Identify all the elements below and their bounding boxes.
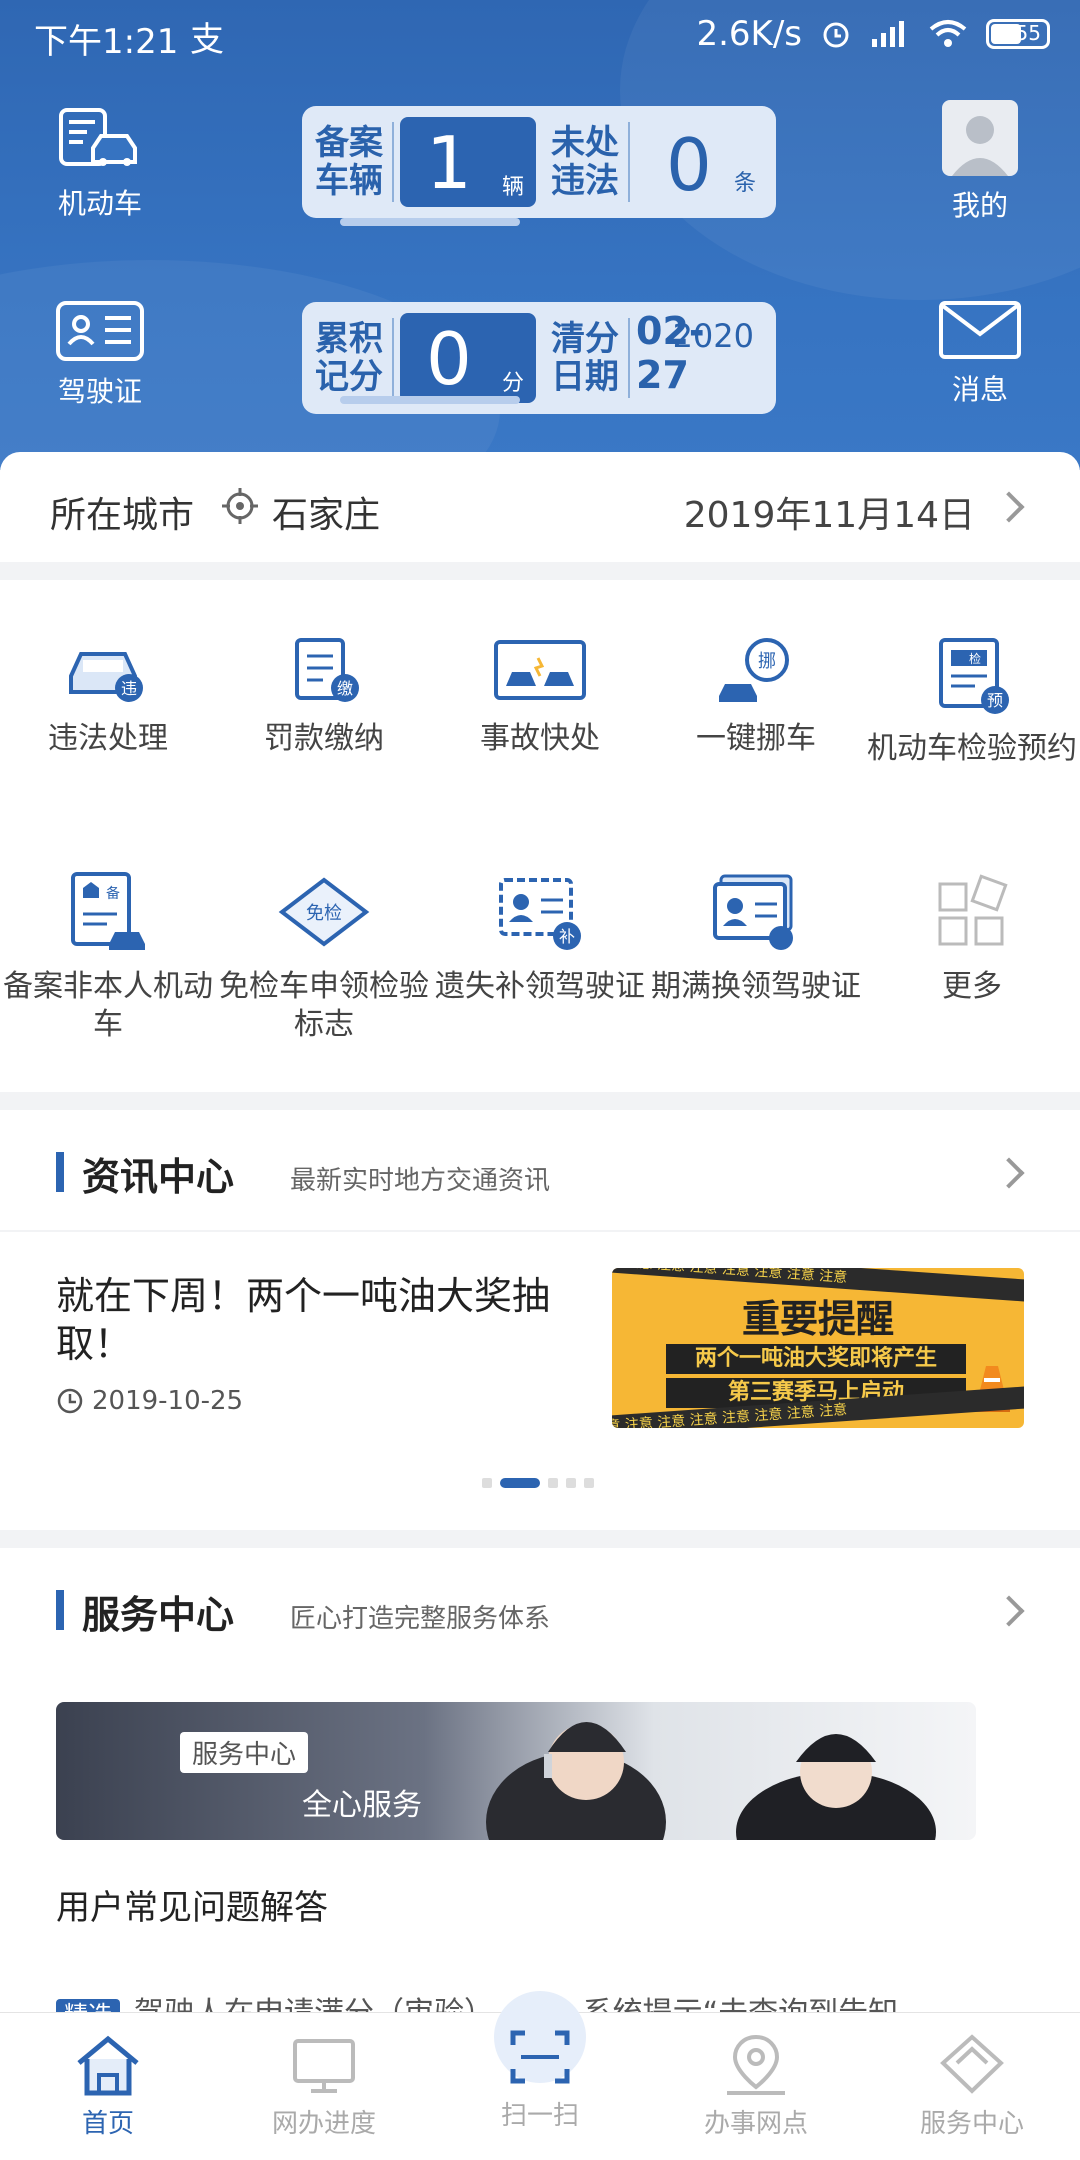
wifi-icon [929,20,967,47]
location-pin-icon [727,2034,785,2095]
chevron-right-icon[interactable] [993,491,1025,523]
violation-car-icon: 违 [69,652,143,702]
points-label: 累积 记分 [315,319,383,397]
chevron-right-icon[interactable] [993,1157,1025,1189]
battery-icon: 55 [986,19,1050,49]
net-speed: 2.6K/s [696,14,802,54]
car-document-icon [59,108,137,166]
carousel-indicator [482,1478,594,1488]
service-reissue-license[interactable]: 补 遗失补领驾驶证 [432,870,648,1006]
news-item-image[interactable]: 注意 注意 注意 注意 注意 注意 注意 注意 重要提醒 两个一吨油大奖即将产生… [612,1268,1024,1428]
svg-text:挪: 挪 [758,651,776,672]
registered-vehicles-label: 备案 车辆 [315,123,383,201]
news-subtitle: 最新实时地方交通资讯 [290,1166,551,1196]
service-grid: 违 违法处理 缴 罚款缴纳 事故快处 挪 一键挪车 检预 机动车检验预约 备 备… [0,580,1080,1092]
service-move-car[interactable]: 挪 一键挪车 [648,636,864,758]
clear-date-value: 2020 02-27 [636,309,754,397]
my-profile-button[interactable]: 我的 [920,100,1040,224]
vehicle-button[interactable]: 机动车 [40,104,160,222]
vehicle-summary-panel[interactable]: 备案 车辆 1 辆 未处 违法 0 条 [302,106,776,218]
bottom-nav: 首页 网办进度 扫一扫 办事网点 服务中心 [0,1991,1080,2160]
service-exempt-label[interactable]: 免检 免检车申领检验标志 [216,870,432,1044]
clock-icon [57,1388,83,1414]
service-inspection[interactable]: 检预 机动车检验预约 [864,636,1080,768]
city-bar[interactable]: 所在城市 石家庄 2019年11月14日 [0,452,1080,562]
registered-vehicles-count: 1 辆 [400,117,536,207]
news-item-title[interactable]: 就在下周！两个一吨油大奖抽取！ [56,1272,596,1368]
service-register-vehicle[interactable]: 备 备案非本人机动车 [0,870,216,1044]
service-renew-license[interactable]: 期满换领驾驶证 [648,870,864,1006]
battery-level: 55 [1015,21,1041,45]
news-image-headline: 重要提醒 [741,1297,894,1341]
license-icon [56,301,144,361]
license-label: 驾驶证 [57,375,142,408]
service-center-subtitle: 匠心打造完整服务体系 [290,1604,551,1634]
alipay-icon: 支 [190,20,224,60]
violations-label: 未处 违法 [551,123,619,201]
svg-text:免检: 免检 [306,903,342,924]
monitor-icon [293,2039,355,2093]
banner-slogan: 全心服务 [302,1788,422,1823]
status-right: 2.6K/s 55 [696,14,1050,54]
inspection-appointment-icon: 检预 [939,638,1009,714]
service-diamond-icon [940,2034,1004,2094]
svg-text:违: 违 [121,679,137,698]
move-car-icon: 挪 [719,638,789,702]
exempt-label-icon: 免检 [278,877,370,947]
scan-icon [510,2030,570,2084]
envelope-icon [939,301,1021,359]
chevron-right-icon[interactable] [993,1595,1025,1627]
vehicle-label: 机动车 [57,187,142,220]
points-count: 0 分 [400,313,536,403]
news-title: 资讯中心 [56,1146,234,1201]
status-time: 下午1:21 [34,22,179,62]
violations-count: 0 条 [666,123,756,207]
locate-icon [222,488,258,524]
register-vehicle-icon: 备 [71,872,145,950]
message-button[interactable]: 消息 [920,300,1040,408]
service-fine[interactable]: 缴 罚款缴纳 [216,636,432,758]
svg-text:检: 检 [969,651,981,666]
current-date: 2019年11月14日 [683,495,975,536]
panel-decoration [340,218,520,226]
fine-payment-icon: 缴 [295,638,359,702]
message-label: 消息 [951,373,1008,406]
header: 下午1:21 支 2.6K/s 55 机动车 驾驶证 我的 消息 备案 车辆 1 … [0,0,1080,470]
service-center-title: 服务中心 [56,1584,234,1639]
svg-text:备: 备 [106,885,120,902]
banner-tag: 服务中心 [180,1732,309,1773]
service-violation[interactable]: 违 违法处理 [0,636,216,758]
panel-decoration [340,396,520,404]
status-bar: 下午1:21 支 2.6K/s 55 [0,0,1080,70]
license-button[interactable]: 驾驶证 [40,300,160,410]
city-name[interactable]: 石家庄 [272,486,380,538]
service-banner[interactable]: 服务中心 全心服务 [56,1702,976,1840]
nav-service-points[interactable]: 办事网点 [648,2013,864,2160]
nav-progress[interactable]: 网办进度 [216,2013,432,2160]
home-icon [77,2035,139,2096]
clear-date-label: 清分 日期 [551,319,619,397]
banner-photo [486,1722,936,1840]
svg-text:缴: 缴 [337,679,353,698]
nav-home[interactable]: 首页 [0,2013,216,2160]
alarm-icon [823,22,849,48]
service-more[interactable]: 更多 [864,870,1080,1006]
nav-scan[interactable]: 扫一扫 [432,2013,648,2160]
news-item-date: 2019-10-25 [56,1386,243,1416]
avatar-icon [942,100,1018,176]
svg-text:预: 预 [987,691,1003,710]
svg-text:补: 补 [559,927,575,946]
nav-service-center[interactable]: 服务中心 [864,2013,1080,2160]
more-grid-icon [938,874,1008,946]
reissue-license-icon: 补 [499,878,581,950]
signal-icon [872,21,904,47]
accident-icon [494,640,586,700]
faq-title: 用户常见问题解答 [56,1888,328,1928]
news-image-line1: 两个一吨油大奖即将产生 [666,1344,966,1374]
renew-license-icon [713,874,793,950]
service-accident[interactable]: 事故快处 [432,636,648,758]
my-label: 我的 [951,189,1008,222]
city-label: 所在城市 [50,495,195,536]
